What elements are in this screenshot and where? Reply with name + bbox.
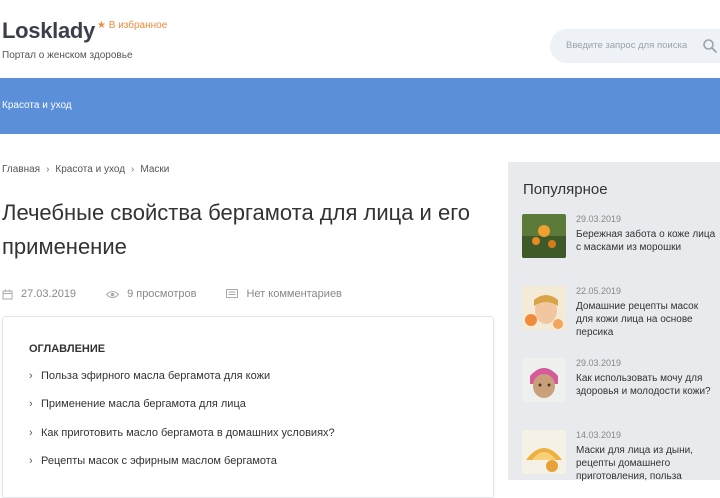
sidebar-popular: Популярное 29.03.2019 Бережная забота о … bbox=[508, 162, 720, 483]
article-meta: 27.03.2019 9 просмотров Нет комментариев bbox=[2, 288, 372, 300]
site-header: Losklady ★ В избранное Портал о женском … bbox=[0, 0, 720, 78]
article-date-text: 27.03.2019 bbox=[21, 288, 77, 300]
breadcrumb-separator-icon: › bbox=[131, 164, 135, 175]
post-thumbnail[interactable] bbox=[522, 358, 566, 402]
toc-item[interactable]: › Польза эфирного масла бергамота для ко… bbox=[29, 370, 270, 382]
breadcrumb-home[interactable]: Главная bbox=[2, 164, 40, 175]
search-icon[interactable] bbox=[702, 38, 718, 54]
article-title: Лечебные свойства бергамота для лица и е… bbox=[2, 200, 470, 259]
article-views: 9 просмотров bbox=[106, 288, 196, 300]
toc-item[interactable]: › Как приготовить масло бергамота в дома… bbox=[29, 427, 335, 439]
toc-item-label[interactable]: Как приготовить масло бергамота в домашн… bbox=[41, 427, 335, 439]
comment-icon bbox=[226, 288, 239, 298]
breadcrumb: Главная › Красота и уход › Маски bbox=[2, 164, 169, 175]
calendar-icon bbox=[2, 289, 13, 299]
search-placeholder: Введите запрос для поиска bbox=[566, 40, 688, 51]
table-of-contents: ОГЛАВЛЕНИЕ › Польза эфирного масла берга… bbox=[2, 316, 494, 498]
main-nav: Красота и уход bbox=[0, 78, 720, 134]
post-date: 29.03.2019 bbox=[576, 214, 622, 224]
post-title[interactable]: Маски для лица из дыни, рецепты домашнег… bbox=[576, 444, 716, 483]
article-comments-text[interactable]: Нет комментариев bbox=[246, 288, 341, 300]
article-comments[interactable]: Нет комментариев bbox=[226, 288, 342, 300]
breadcrumb-masks[interactable]: Маски bbox=[140, 164, 169, 175]
post-date: 14.03.2019 bbox=[576, 430, 622, 440]
chevron-right-icon: › bbox=[29, 370, 33, 382]
nav-item-beauty[interactable]: Красота и уход bbox=[2, 100, 72, 111]
breadcrumb-beauty[interactable]: Красота и уход bbox=[55, 164, 125, 175]
chevron-right-icon: › bbox=[29, 427, 33, 439]
post-thumbnail[interactable] bbox=[522, 214, 566, 258]
article-views-text: 9 просмотров bbox=[127, 288, 197, 300]
article-date: 27.03.2019 bbox=[2, 288, 76, 300]
sidebar-title: Популярное bbox=[523, 181, 608, 198]
toc-item[interactable]: › Рецепты масок с эфирным маслом бергамо… bbox=[29, 455, 277, 467]
eye-icon bbox=[106, 290, 120, 298]
toc-item[interactable]: › Применение масла бергамота для лица bbox=[29, 398, 246, 410]
add-to-favorites-link[interactable]: ★ В избранное bbox=[97, 20, 167, 31]
post-title[interactable]: Домашние рецепты масок для кожи лица на … bbox=[576, 300, 716, 339]
post-title[interactable]: Бережная забота о коже лица с масками из… bbox=[576, 228, 716, 254]
toc-item-label[interactable]: Применение масла бергамота для лица bbox=[41, 398, 246, 410]
search-input[interactable]: Введите запрос для поиска bbox=[550, 29, 720, 63]
post-thumbnail[interactable] bbox=[522, 286, 566, 330]
toc-title: ОГЛАВЛЕНИЕ bbox=[29, 343, 106, 355]
post-date: 22.05.2019 bbox=[576, 286, 622, 296]
chevron-right-icon: › bbox=[29, 398, 33, 410]
site-logo[interactable]: Losklady bbox=[2, 18, 95, 44]
breadcrumb-separator-icon: › bbox=[46, 164, 50, 175]
site-tagline: Портал о женском здоровье bbox=[2, 50, 133, 61]
toc-item-label[interactable]: Польза эфирного масла бергамота для кожи bbox=[41, 370, 270, 382]
chevron-right-icon: › bbox=[29, 455, 33, 467]
post-date: 29.03.2019 bbox=[576, 358, 622, 368]
post-title[interactable]: Как использовать мочу для здоровья и мол… bbox=[576, 372, 716, 398]
post-thumbnail[interactable] bbox=[522, 430, 566, 474]
toc-item-label[interactable]: Рецепты масок с эфирным маслом бергамота bbox=[41, 455, 277, 467]
